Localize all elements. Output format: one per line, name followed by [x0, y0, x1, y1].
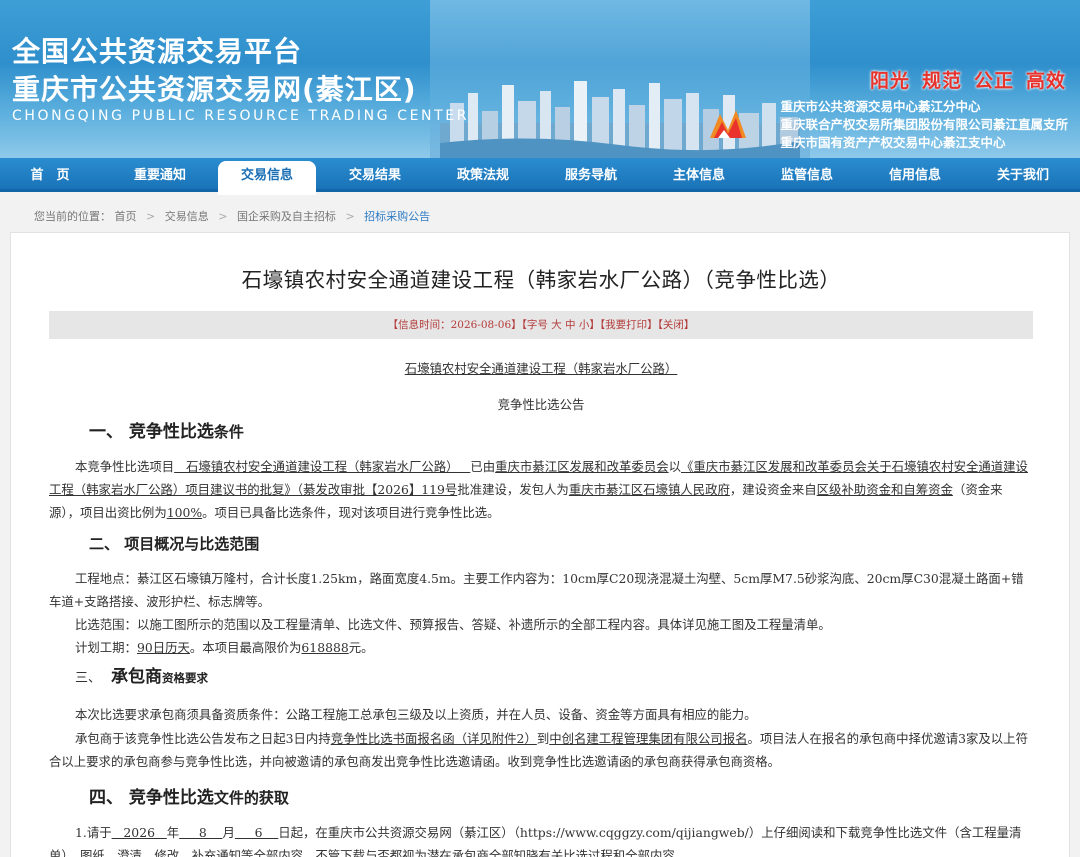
slogan-item: 公正	[973, 70, 1014, 92]
nav-entity-info[interactable]: 主体信息	[650, 158, 748, 192]
section-4-heading: 四、 竞争性比选文件的获取	[89, 788, 289, 808]
article-subtitle: 石壕镇农村安全通道建设工程（韩家岩水厂公路）	[404, 361, 678, 376]
nav-service-guide[interactable]: 服务导航	[542, 158, 640, 192]
banner-title-site: 重庆市公共资源交易网(綦江区)	[12, 73, 417, 106]
main-nav: 首 页 重要通知 交易信息 交易结果 政策法规 服务导航 主体信息 监管信息 信…	[0, 158, 1080, 195]
breadcrumb-procurement[interactable]: 国企采购及自主招标	[237, 210, 336, 223]
breadcrumb-current[interactable]: 招标采购公告	[364, 210, 430, 223]
nav-policies[interactable]: 政策法规	[434, 158, 532, 192]
breadcrumb-home[interactable]: 首页	[115, 210, 137, 223]
section-4-download: 1.请于 2026 年 8 月 6 日起，在重庆市公共资源交易网（綦江区）（ht…	[49, 825, 1022, 857]
trading-center-logo-icon	[710, 110, 746, 138]
announcement-label: 竞争性比选公告	[497, 397, 585, 412]
nav-supervision-info[interactable]: 监管信息	[758, 158, 856, 192]
nav-about-us[interactable]: 关于我们	[974, 158, 1072, 192]
breadcrumb-chevron-icon: >	[218, 210, 228, 223]
banner-center-names: 重庆市公共资源交易中心綦江分中心 重庆联合产权交易所集团股份有限公司綦江直属支所…	[780, 98, 1068, 152]
nav-notices[interactable]: 重要通知	[108, 158, 212, 192]
banner-title-platform: 全国公共资源交易平台	[12, 35, 303, 68]
section-3-heading: 三、 承包商资格要求	[75, 667, 209, 687]
center-name: 重庆市国有资产产权交易中心綦江支中心	[780, 135, 1006, 150]
article-info-bar[interactable]: 【信息时间：2026-08-06】【字号 大 中 小】【我要打印】【关闭】	[49, 311, 1033, 339]
article-panel: 石壕镇农村安全通道建设工程（韩家岩水厂公路）（竞争性比选） 【信息时间：2026…	[10, 232, 1070, 857]
center-name: 重庆联合产权交易所集团股份有限公司綦江直属支所	[780, 117, 1068, 132]
nav-trade-results[interactable]: 交易结果	[326, 158, 424, 192]
section-3-registration: 承包商于该竞争性比选公告发布之日起3日内持竞争性比选书面报名函（详见附件2）到中…	[49, 731, 1028, 769]
section-3-qualification: 本次比选要求承包商须具备资质条件：公路工程施工总承包三级及以上资质，并在人员、设…	[75, 707, 757, 722]
section-2-schedule: 计划工期：90日历天。本项目最高限价为618888元。	[75, 640, 374, 655]
breadcrumb: 您当前的位置： 首页 > 交易信息 > 国企采购及自主招标 > 招标采购公告	[34, 208, 430, 224]
section-2-location: 工程地点：綦江区石壕镇万隆村，合计长度1.25km，路面宽度4.5m。主要工作内…	[49, 571, 1024, 609]
banner-slogans: 阳光 规范 公正 高效	[858, 66, 1066, 93]
center-name: 重庆市公共资源交易中心綦江分中心	[780, 99, 981, 114]
breadcrumb-trade-info[interactable]: 交易信息	[165, 210, 209, 223]
section-2-scope: 比选范围：以施工图所示的范围以及工程量清单、比选文件、预算报告、答疑、补遗所示的…	[75, 617, 831, 632]
breadcrumb-chevron-icon: >	[345, 210, 355, 223]
slogan-item: 阳光	[869, 70, 910, 92]
section-2-heading: 二、 项目概况与比选范围	[89, 535, 260, 553]
section-1-heading: 一、 竞争性比选条件	[89, 422, 244, 442]
nav-credit-info[interactable]: 信用信息	[866, 158, 964, 192]
banner-title-english: CHONGQING PUBLIC RESOURCE TRADING CENTER	[12, 108, 470, 124]
breadcrumb-chevron-icon: >	[146, 210, 156, 223]
site-banner: 全国公共资源交易平台 重庆市公共资源交易网(綦江区) CHONGQING PUB…	[0, 0, 1080, 158]
nav-home[interactable]: 首 页	[0, 158, 100, 192]
nav-trade-info[interactable]: 交易信息	[218, 161, 316, 195]
breadcrumb-prefix: 您当前的位置：	[34, 210, 111, 223]
section-1-paragraph: 本竞争性比选项目 石壕镇农村安全通道建设工程（韩家岩水厂公路） 已由重庆市綦江区…	[49, 459, 1028, 520]
article-title: 石壕镇农村安全通道建设工程（韩家岩水厂公路）（竞争性比选）	[241, 268, 841, 292]
slogan-item: 规范	[921, 70, 962, 92]
slogan-item: 高效	[1025, 70, 1066, 92]
